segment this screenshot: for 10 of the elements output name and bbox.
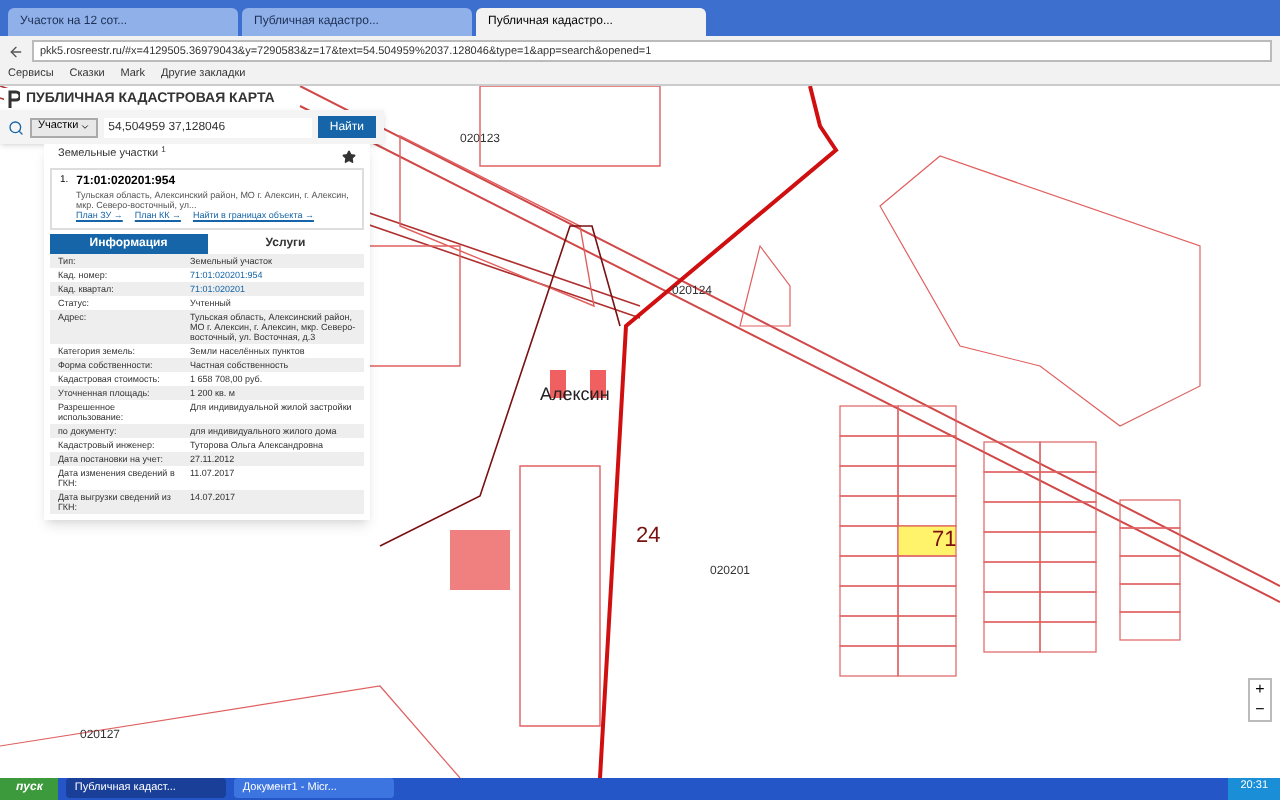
map-label: 71 — [932, 530, 957, 552]
caret-icon — [80, 122, 91, 132]
zoom-out-button[interactable]: − — [1250, 700, 1270, 720]
map-label: 24 — [636, 526, 661, 548]
logo-icon — [8, 90, 20, 108]
star-icon[interactable] — [342, 149, 356, 163]
search-icon[interactable] — [8, 119, 24, 135]
map-label: Алексин — [540, 386, 610, 404]
zoom-in-button[interactable]: + — [1250, 680, 1270, 700]
back-icon[interactable] — [8, 43, 24, 59]
